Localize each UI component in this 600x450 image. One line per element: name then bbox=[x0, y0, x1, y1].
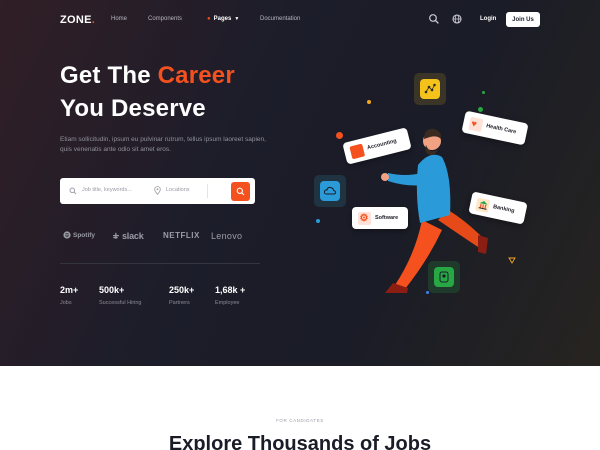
decor-dot bbox=[316, 219, 320, 223]
globe-icon[interactable] bbox=[451, 13, 463, 25]
hero-description: Etiam sollicitudin, ipsum eu pulvinar ru… bbox=[60, 136, 266, 153]
hero-title-line-2: You Deserve bbox=[60, 95, 206, 122]
decor-dot bbox=[478, 107, 483, 112]
heart-icon: ♥ bbox=[468, 116, 484, 132]
decor-dot bbox=[336, 132, 343, 139]
section-title: Explore Thousands of Jobs bbox=[168, 433, 432, 450]
hero-title-line-1: Get The Career bbox=[60, 62, 235, 89]
login-link[interactable]: Login bbox=[480, 16, 496, 22]
nav-link-components[interactable]: Components bbox=[148, 16, 182, 22]
nav-link-documentation[interactable]: Documentation bbox=[260, 16, 300, 22]
brand-spotify: Spotify bbox=[63, 231, 95, 239]
search-icon bbox=[69, 187, 77, 195]
tile-chart bbox=[414, 73, 446, 105]
hero-divider bbox=[60, 263, 260, 264]
hero-section: ZONE. Home Components ● Pages ▼ Documentat… bbox=[0, 0, 600, 366]
active-bullet-icon: ● bbox=[207, 16, 211, 22]
nav-link-pages[interactable]: ● Pages ▼ bbox=[207, 16, 239, 22]
search-button[interactable] bbox=[231, 182, 250, 201]
cloud-icon bbox=[323, 186, 337, 195]
stat-value-employee: 1,68k + bbox=[215, 285, 246, 295]
location-input[interactable]: Locations bbox=[166, 187, 190, 193]
navbar: ZONE. Home Components ● Pages ▼ Documentat… bbox=[0, 0, 600, 40]
stat-label-hiring: Successful Hiring bbox=[99, 300, 142, 306]
search-icon bbox=[236, 187, 245, 196]
slack-logo-icon bbox=[113, 232, 119, 239]
chart-icon bbox=[424, 83, 436, 94]
category-card-software[interactable]: ⚙ Software bbox=[352, 207, 408, 229]
search-icon[interactable] bbox=[428, 13, 440, 25]
tile-cloud bbox=[314, 175, 346, 207]
brand-netflix: NETFLIX bbox=[163, 231, 200, 240]
location-pin-icon bbox=[154, 186, 161, 195]
decor-dot bbox=[482, 91, 485, 94]
gear-icon: ⚙ bbox=[358, 211, 371, 225]
search-divider bbox=[207, 184, 208, 198]
join-us-button[interactable]: Join Us bbox=[506, 12, 540, 27]
job-keywords-input[interactable]: Job title, keywords... bbox=[82, 187, 132, 193]
brand-lenovo: Lenovo bbox=[211, 231, 243, 241]
stat-value-jobs: 2m+ bbox=[60, 285, 79, 295]
section-eyebrow: FOR CANDIDATES bbox=[276, 418, 324, 423]
logo[interactable]: ZONE. bbox=[60, 14, 95, 26]
brand-slack: slack bbox=[112, 231, 144, 241]
job-search-bar: Job title, keywords... Locations bbox=[60, 178, 255, 204]
stat-value-partners: 250k+ bbox=[169, 285, 195, 295]
stat-value-hiring: 500k+ bbox=[99, 285, 125, 295]
decor-dot bbox=[367, 100, 371, 104]
nav-link-home[interactable]: Home bbox=[111, 16, 127, 22]
calculator-icon bbox=[349, 143, 365, 159]
spotify-logo-icon bbox=[63, 231, 71, 239]
stat-label-employee: Employee bbox=[215, 300, 240, 306]
chevron-down-icon: ▼ bbox=[234, 16, 240, 22]
decor-triangle bbox=[508, 257, 516, 264]
stat-label-partners: Partners bbox=[169, 300, 190, 306]
hero-illustration: Accounting ♥ Health Care ⚙ Software Bank… bbox=[300, 55, 540, 305]
bank-icon bbox=[475, 197, 491, 213]
stat-label-jobs: Jobs bbox=[60, 300, 72, 306]
